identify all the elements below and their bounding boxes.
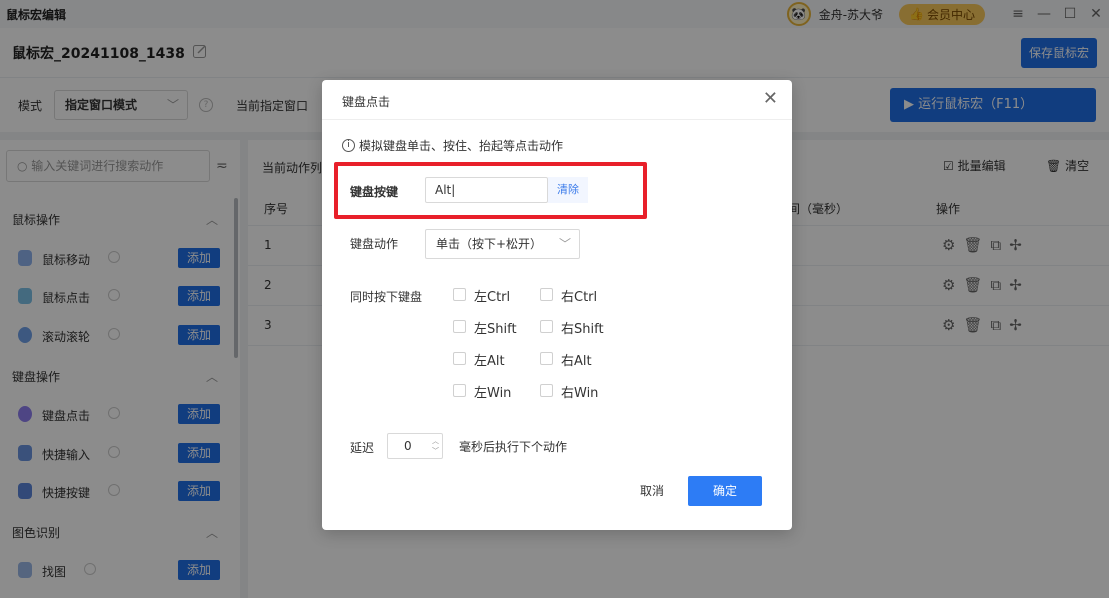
checkbox-label: 左Win (474, 386, 512, 401)
action-label: 键盘动作 (350, 237, 399, 251)
checkbox[interactable] (453, 352, 466, 365)
dialog-tip: i 模拟键盘单击、按住、抬起等点击动作 (342, 137, 563, 154)
checkbox[interactable] (540, 384, 553, 397)
info-icon: i (342, 139, 355, 152)
close-icon[interactable]: ✕ (763, 89, 778, 109)
checkbox-label: 左Ctrl (474, 290, 511, 305)
delay-suffix: 毫秒后执行下个动作 (459, 440, 568, 454)
confirm-button[interactable]: 确定 (688, 476, 762, 506)
checkbox[interactable] (540, 352, 553, 365)
dialog-title: 键盘点击 (342, 95, 391, 109)
dialog-header: 键盘点击 ✕ (322, 80, 792, 120)
text-cursor: | (451, 183, 456, 197)
modifiers-label: 同时按下键盘 (350, 290, 423, 304)
checkbox[interactable] (540, 288, 553, 301)
checkbox-label: 右Ctrl (561, 290, 598, 305)
tip-text: 模拟键盘单击、按住、抬起等点击动作 (359, 139, 564, 153)
key-clear-button[interactable]: 清除 (548, 177, 588, 203)
checkbox-label: 右Alt (561, 354, 592, 369)
action-value: 单击（按下+松开） (436, 237, 543, 251)
cancel-button[interactable]: 取消 (628, 476, 676, 506)
delay-stepper[interactable]: 0 ︿ ﹀ (387, 433, 443, 459)
checkbox[interactable] (540, 320, 553, 333)
chevron-down-icon: ﹀ (558, 237, 571, 251)
checkbox-label: 左Shift (474, 322, 517, 337)
delay-label: 延迟 (350, 441, 375, 455)
checkbox[interactable] (453, 320, 466, 333)
delay-value: 0 (404, 439, 412, 453)
key-input[interactable]: Alt| (425, 177, 548, 203)
checkbox-label: 右Win (561, 386, 599, 401)
key-value: Alt (435, 183, 452, 197)
action-select[interactable]: 单击（按下+松开） ﹀ (425, 229, 580, 259)
checkbox[interactable] (453, 288, 466, 301)
checkbox-label: 右Shift (561, 322, 604, 337)
keyboard-click-dialog: 键盘点击 ✕ i 模拟键盘单击、按住、抬起等点击动作 键盘按键 Alt| 清除 键… (322, 80, 792, 530)
key-label: 键盘按键 (350, 185, 399, 199)
checkbox[interactable] (453, 384, 466, 397)
checkbox-label: 左Alt (474, 354, 505, 369)
stepper-arrows-icon[interactable]: ︿ ﹀ (432, 436, 439, 456)
